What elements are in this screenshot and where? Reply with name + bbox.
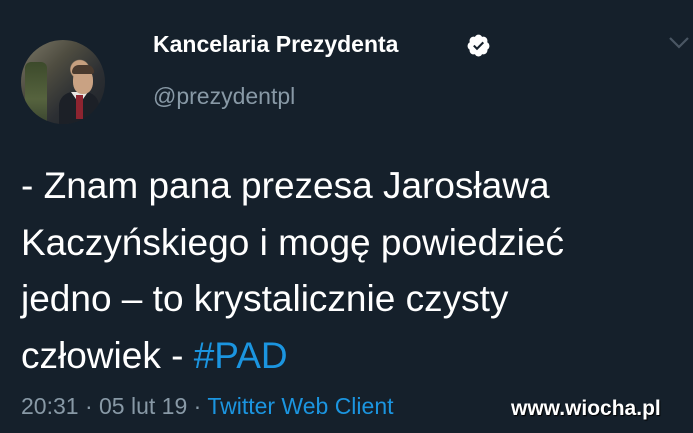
tweet-text-line: jedno – to krystalicznie czysty bbox=[21, 278, 509, 319]
meta-separator: · bbox=[84, 393, 93, 419]
avatar-guard-figure bbox=[25, 62, 47, 124]
tweet-text-line: Kaczyńskiego i mogę powiedzieć bbox=[21, 221, 564, 263]
avatar[interactable] bbox=[21, 40, 105, 124]
tweet-text-line-last: człowiek - #PAD bbox=[21, 328, 681, 385]
chevron-down-icon[interactable] bbox=[668, 36, 690, 50]
hashtag-link[interactable]: #PAD bbox=[194, 335, 288, 376]
author-handle[interactable]: @prezydentpl bbox=[153, 83, 295, 110]
tweet-source-link[interactable]: Twitter Web Client bbox=[207, 393, 393, 419]
avatar-hair bbox=[72, 65, 94, 74]
tweet-meta: 20:31 · 05 lut 19 · Twitter Web Client bbox=[21, 393, 394, 420]
meta-separator: · bbox=[193, 393, 202, 419]
tweet-text-line: - Znam pana prezesa Jarosława bbox=[21, 165, 550, 206]
tweet-card: Kancelaria Prezydenta @prezydentpl - Zna… bbox=[0, 0, 693, 433]
tweet-text: - Znam pana prezesa Jarosława Kaczyńskie… bbox=[21, 158, 681, 384]
tweet-text-fragment: człowiek - bbox=[21, 334, 194, 376]
tweet-date[interactable]: 05 lut 19 bbox=[99, 393, 187, 419]
author-display-name[interactable]: Kancelaria Prezydenta bbox=[153, 31, 398, 58]
watermark: www.wiocha.pl bbox=[511, 397, 661, 420]
verified-badge-icon bbox=[467, 34, 490, 57]
avatar-tie bbox=[76, 95, 83, 119]
tweet-time[interactable]: 20:31 bbox=[21, 393, 79, 419]
